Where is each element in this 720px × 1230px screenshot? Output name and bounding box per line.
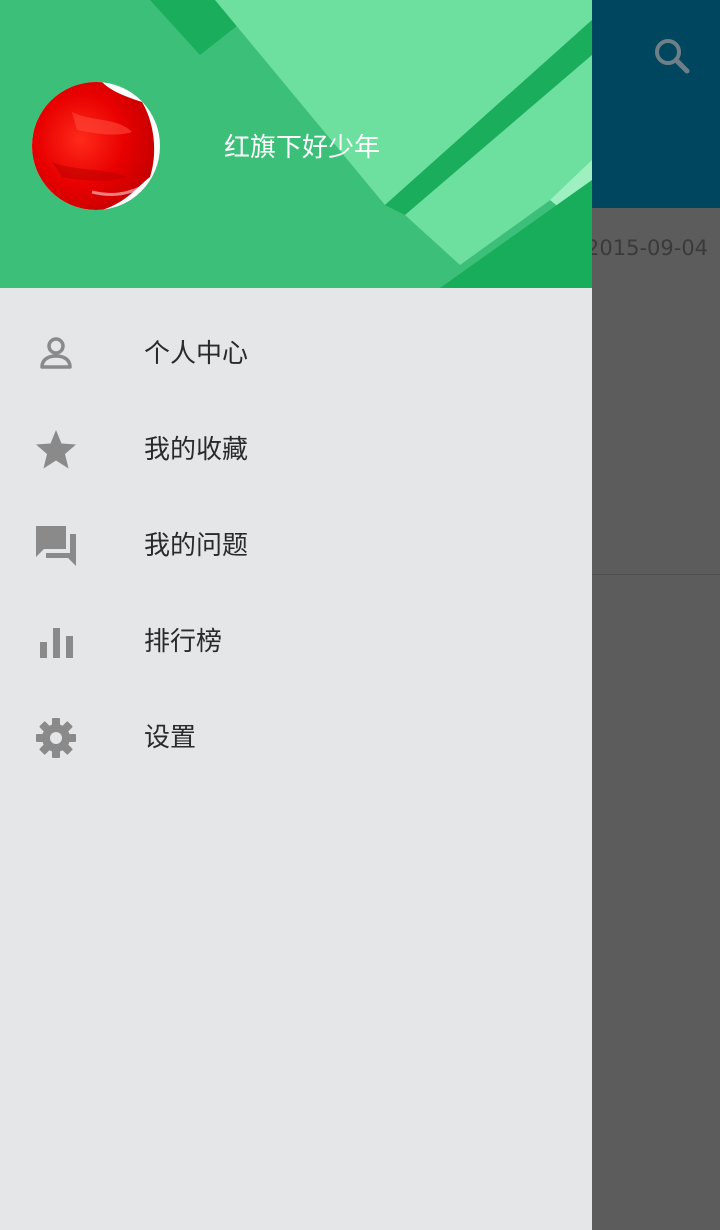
navigation-drawer: 红旗下好少年 个人中心 我的收藏 我的问题 排行榜 设置 bbox=[0, 0, 592, 1230]
menu-item-label: 我的收藏 bbox=[144, 435, 249, 465]
menu-item-profile[interactable]: 个人中心 bbox=[0, 306, 592, 402]
menu-item-settings[interactable]: 设置 bbox=[0, 690, 592, 786]
menu-item-leaderboard[interactable]: 排行榜 bbox=[0, 594, 592, 690]
list-item-date: 2015-09-04 bbox=[586, 236, 709, 260]
screen: 2015-09-04 红旗下好少年 个人中心 我的收藏 我的问题 排行榜 设置 bbox=[0, 0, 720, 1230]
avatar[interactable] bbox=[32, 82, 160, 210]
gear-icon bbox=[32, 714, 80, 762]
menu-item-label: 个人中心 bbox=[144, 339, 249, 369]
user-name[interactable]: 红旗下好少年 bbox=[224, 130, 380, 166]
search-icon[interactable] bbox=[648, 32, 696, 80]
menu-item-label: 我的问题 bbox=[144, 531, 249, 561]
menu-item-label: 排行榜 bbox=[144, 627, 223, 657]
person-icon bbox=[32, 330, 80, 378]
drawer-menu: 个人中心 我的收藏 我的问题 排行榜 设置 bbox=[0, 306, 592, 786]
drawer-header: 红旗下好少年 bbox=[0, 0, 592, 288]
menu-item-questions[interactable]: 我的问题 bbox=[0, 498, 592, 594]
bar-chart-icon bbox=[32, 618, 80, 666]
list-divider bbox=[592, 574, 720, 575]
star-icon bbox=[32, 426, 80, 474]
menu-item-label: 设置 bbox=[144, 723, 197, 753]
menu-item-favorites[interactable]: 我的收藏 bbox=[0, 402, 592, 498]
forum-icon bbox=[32, 522, 80, 570]
